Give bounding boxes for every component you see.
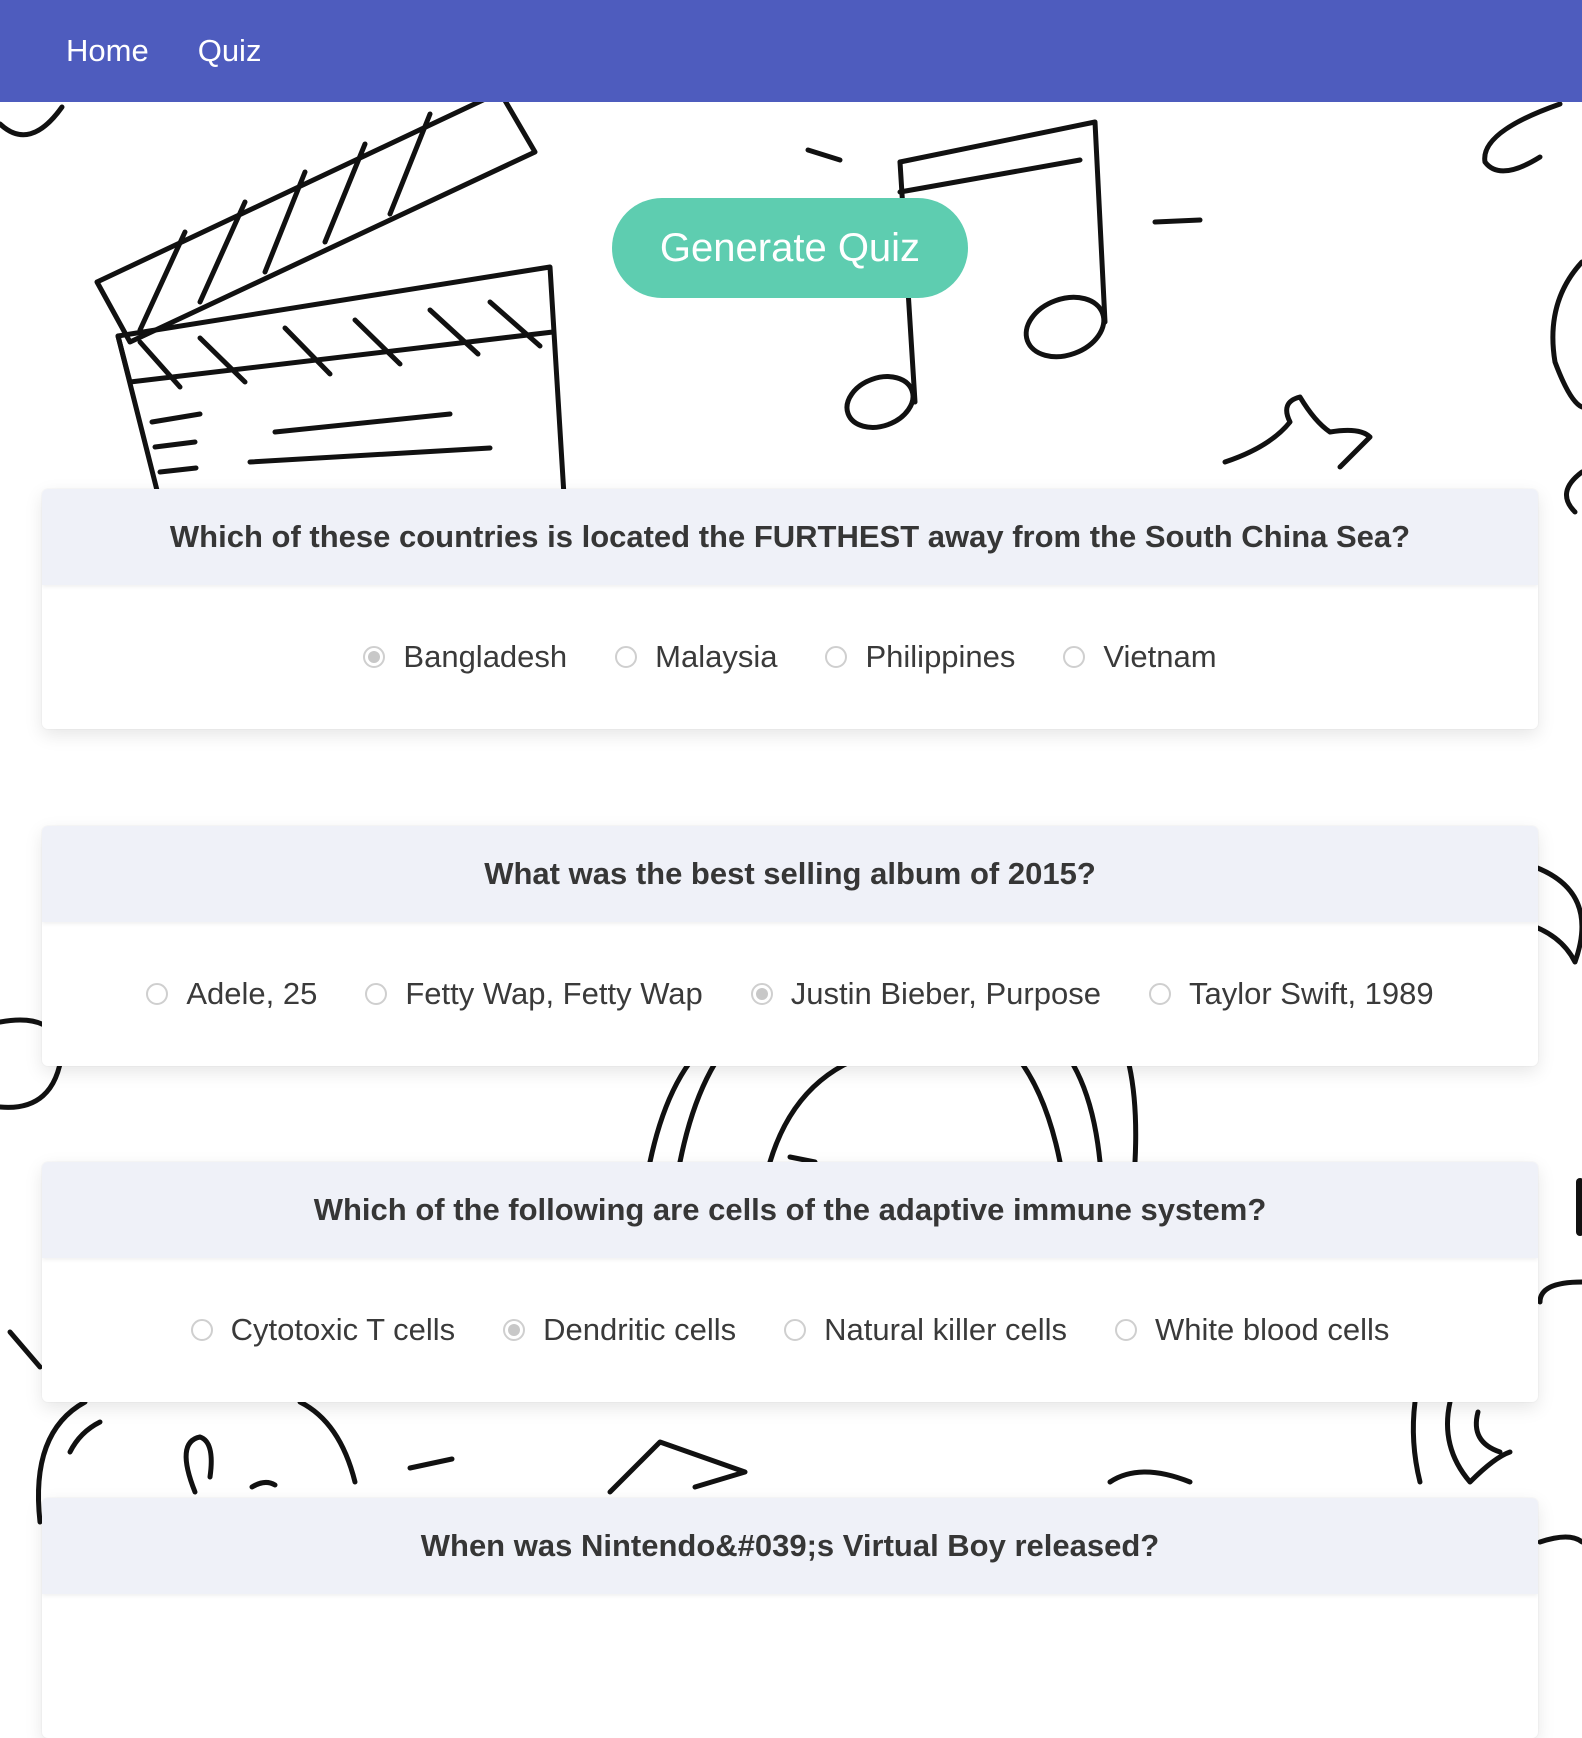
answer-label: White blood cells [1155, 1312, 1390, 1347]
generate-quiz-button[interactable]: Generate Quiz [612, 198, 968, 298]
answer-option[interactable]: Cytotoxic T cells [190, 1312, 456, 1348]
answer-label: Adele, 25 [186, 976, 318, 1011]
answer-options: Adele, 25 Fetty Wap, Fetty Wap Justin Bi… [42, 922, 1538, 1066]
radio-button[interactable] [1063, 646, 1086, 668]
top-navbar: Home Quiz [0, 0, 1582, 102]
radio-button[interactable] [615, 646, 638, 668]
radio-button[interactable] [784, 1319, 807, 1341]
clapperboard-doodle [94, 102, 568, 525]
radio-button[interactable] [190, 1319, 213, 1341]
answer-label: Philippines [865, 639, 1016, 674]
answer-label: Bangladesh [403, 639, 568, 674]
radio-button[interactable] [146, 983, 169, 1005]
answer-label: Vietnam [1103, 639, 1217, 674]
question-card: Which of these countries is located the … [42, 489, 1538, 729]
question-text: Which of the following are cells of the … [42, 1162, 1538, 1258]
nav-home-link[interactable]: Home [66, 33, 149, 69]
question-card: Which of the following are cells of the … [42, 1162, 1538, 1402]
question-text: What was the best selling album of 2015? [42, 826, 1538, 922]
answer-label: Cytotoxic T cells [230, 1312, 456, 1347]
answer-option[interactable]: Taylor Swift, 1989 [1148, 976, 1434, 1012]
radio-button[interactable] [1148, 983, 1171, 1005]
answer-label: Dendritic cells [543, 1312, 737, 1347]
answer-label: Justin Bieber, Purpose [790, 976, 1101, 1011]
question-card: When was Nintendo&#039;s Virtual Boy rel… [42, 1498, 1538, 1738]
radio-button[interactable] [1115, 1319, 1138, 1341]
answer-options: Cytotoxic T cells Dendritic cells Natura… [42, 1258, 1538, 1402]
answer-option[interactable]: Adele, 25 [146, 976, 317, 1012]
radio-button-selected[interactable] [750, 983, 773, 1005]
answer-option[interactable]: Bangladesh [363, 639, 567, 675]
answer-option[interactable]: Vietnam [1063, 639, 1217, 675]
answer-label: Malaysia [655, 639, 778, 674]
answer-option[interactable]: Justin Bieber, Purpose [750, 976, 1101, 1012]
question-text: When was Nintendo&#039;s Virtual Boy rel… [42, 1498, 1538, 1594]
question-card: What was the best selling album of 2015?… [42, 826, 1538, 1066]
star-doodle [1222, 394, 1373, 470]
radio-button[interactable] [365, 983, 388, 1005]
answer-options: Bangladesh Malaysia Philippines Vietnam [42, 585, 1538, 729]
answer-option[interactable]: Malaysia [615, 639, 777, 675]
question-text: Which of these countries is located the … [42, 489, 1538, 585]
answer-option[interactable]: Natural killer cells [784, 1312, 1067, 1348]
radio-button-selected[interactable] [363, 646, 386, 668]
radio-button[interactable] [825, 646, 848, 668]
answer-options [42, 1594, 1538, 1738]
answer-option[interactable]: Philippines [825, 639, 1015, 675]
answer-label: Taylor Swift, 1989 [1188, 976, 1434, 1011]
radio-button-selected[interactable] [503, 1319, 526, 1341]
answer-label: Natural killer cells [824, 1312, 1068, 1347]
answer-option[interactable]: Dendritic cells [503, 1312, 736, 1348]
answer-option[interactable]: Fetty Wap, Fetty Wap [365, 976, 703, 1012]
answer-label: Fetty Wap, Fetty Wap [405, 976, 703, 1011]
answer-option[interactable]: White blood cells [1115, 1312, 1389, 1348]
nav-quiz-link[interactable]: Quiz [198, 33, 262, 69]
